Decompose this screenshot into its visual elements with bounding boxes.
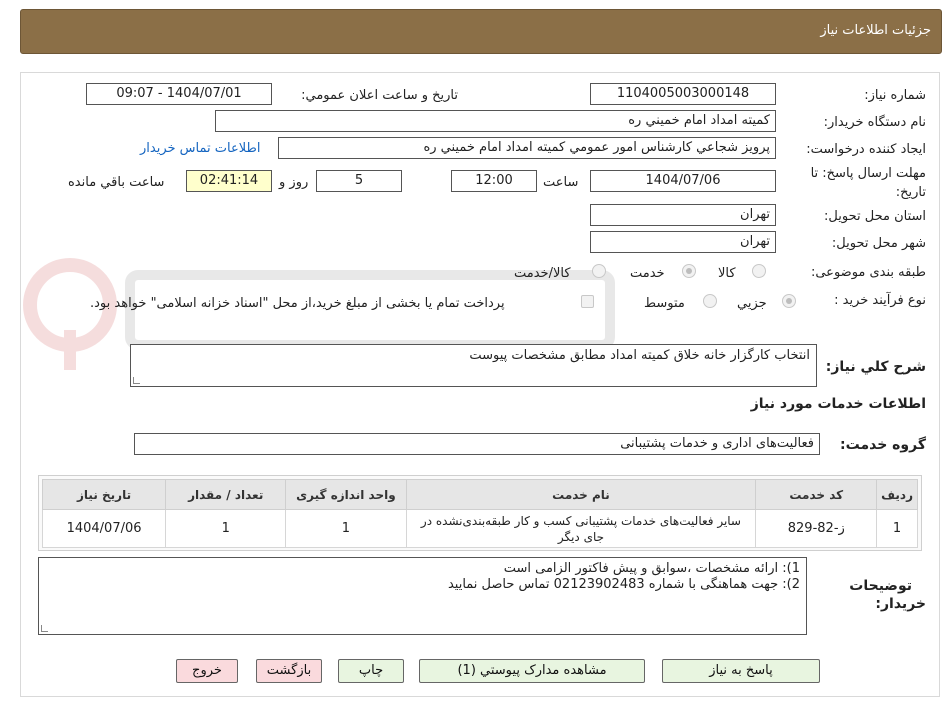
print-button[interactable]: چاپ xyxy=(338,659,404,683)
process-radio-medium[interactable] xyxy=(703,294,717,308)
deadline-label-date: تاريخ: xyxy=(895,185,926,200)
process-label: نوع فرآيند خريد : xyxy=(834,293,926,308)
buyer-notes-label-2: خريدار: xyxy=(875,596,926,612)
process-option-medium: متوسط xyxy=(644,296,685,311)
category-option-goods: کالا xyxy=(718,266,736,281)
description-text: انتخاب کارگزار خانه خلاق کميته امداد مطا… xyxy=(469,348,810,363)
deadline-date-field: 1404/07/06 xyxy=(590,170,776,192)
table-row: 1 ز-82-829 ساير فعاليت‌هاى خدمات پشتيبان… xyxy=(41,509,918,548)
cell-unit: 1 xyxy=(285,509,407,548)
need-number-field: 1104005003000148 xyxy=(590,83,776,105)
buyer-notes-field: 1): ارائه مشخصات ،سوابق و پيش فاکتور الز… xyxy=(38,557,807,635)
need-number-label: شماره نياز: xyxy=(864,88,926,103)
cell-row-number: 1 xyxy=(876,509,918,548)
category-option-goods-service: کالا/خدمت xyxy=(514,266,571,281)
col-quantity: تعداد / مقدار xyxy=(165,479,287,510)
cell-quantity: 1 xyxy=(165,509,287,548)
page-title: جزئيات اطلاعات نياز xyxy=(820,23,931,38)
announce-label: تاريخ و ساعت اعلان عمومي: xyxy=(301,88,458,103)
process-radio-minor[interactable] xyxy=(782,294,796,308)
view-attachments-button[interactable]: مشاهده مدارک پيوستي (1) xyxy=(419,659,645,683)
col-service-name: نام خدمت xyxy=(405,479,757,510)
page-header: جزئيات اطلاعات نياز xyxy=(20,9,942,54)
cell-service-name: ساير فعاليت‌هاى خدمات پشتيبانى کسب و کار… xyxy=(405,509,757,548)
back-button[interactable]: بازگشت xyxy=(256,659,322,683)
description-label: شرح کلي نياز: xyxy=(825,359,926,375)
reply-button[interactable]: پاسخ به نياز xyxy=(662,659,820,683)
service-group-label: گروه خدمت: xyxy=(840,437,926,453)
cell-service-code: ز-82-829 xyxy=(755,509,878,548)
city-field: تهران xyxy=(590,231,776,253)
time-label: ساعت xyxy=(543,175,579,190)
buyer-note-line: 2): جهت هماهنگی با شماره 02123902483 تما… xyxy=(447,577,800,592)
category-radio-service[interactable] xyxy=(682,264,696,278)
requester-field: پرويز شجاعي کارشناس امور عمومي کميته امد… xyxy=(278,137,776,159)
days-field: 5 xyxy=(316,170,402,192)
category-radio-goods[interactable] xyxy=(752,264,766,278)
category-radio-goods-service[interactable] xyxy=(592,264,606,278)
resize-grip-icon[interactable] xyxy=(133,377,140,384)
buyer-note-line: 1): ارائه مشخصات ،سوابق و پيش فاکتور الز… xyxy=(503,561,800,576)
exit-button[interactable]: خروج xyxy=(176,659,238,683)
services-section-title: اطلاعات خدمات مورد نياز xyxy=(750,396,926,412)
resize-grip-icon[interactable] xyxy=(41,625,48,632)
province-field: تهران xyxy=(590,204,776,226)
service-group-field: فعاليت‌هاى ادارى و خدمات پشتيبانى xyxy=(134,433,820,455)
deadline-label: مهلت ارسال پاسخ: تا xyxy=(810,166,926,181)
description-field: انتخاب کارگزار خانه خلاق کميته امداد مطا… xyxy=(130,344,817,387)
category-option-service: خدمت xyxy=(630,266,665,281)
col-service-code: کد خدمت xyxy=(755,479,878,510)
category-label: طبقه بندی موضوعی: xyxy=(810,265,926,280)
buyer-contact-link[interactable]: اطلاعات تماس خريدار xyxy=(140,141,260,156)
announce-field: 1404/07/01 - 09:07 xyxy=(86,83,272,105)
province-label: استان محل تحويل: xyxy=(824,209,926,224)
city-label: شهر محل تحويل: xyxy=(831,236,926,251)
services-table-wrapper: رديف کد خدمت نام خدمت واحد اندازه گيری ت… xyxy=(38,475,922,551)
deadline-time-field: 12:00 xyxy=(451,170,537,192)
buyer-notes-label: توضيحات xyxy=(849,578,912,594)
services-table: رديف کد خدمت نام خدمت واحد اندازه گيری ت… xyxy=(41,479,918,548)
requester-label: ايجاد کننده درخواست: xyxy=(806,142,926,157)
remaining-label: ساعت باقي مانده xyxy=(68,175,165,190)
col-row-number: رديف xyxy=(876,479,918,510)
payment-note: پرداخت تمام يا بخشی از مبلغ خريد،از محل … xyxy=(90,296,505,311)
col-unit: واحد اندازه گيری xyxy=(285,479,407,510)
table-header-row: رديف کد خدمت نام خدمت واحد اندازه گيری ت… xyxy=(41,479,918,510)
col-need-date: تاريخ نياز xyxy=(41,479,167,510)
process-option-minor: جزيي xyxy=(737,296,767,311)
buyer-org-label: نام دستگاه خريدار: xyxy=(823,115,926,130)
remaining-time-field: 02:41:14 xyxy=(186,170,272,192)
buyer-org-field: کميته امداد امام خميني ره xyxy=(215,110,776,132)
payment-checkbox[interactable] xyxy=(581,295,594,308)
days-label: روز و xyxy=(279,175,309,190)
cell-need-date: 1404/07/06 xyxy=(41,509,167,548)
